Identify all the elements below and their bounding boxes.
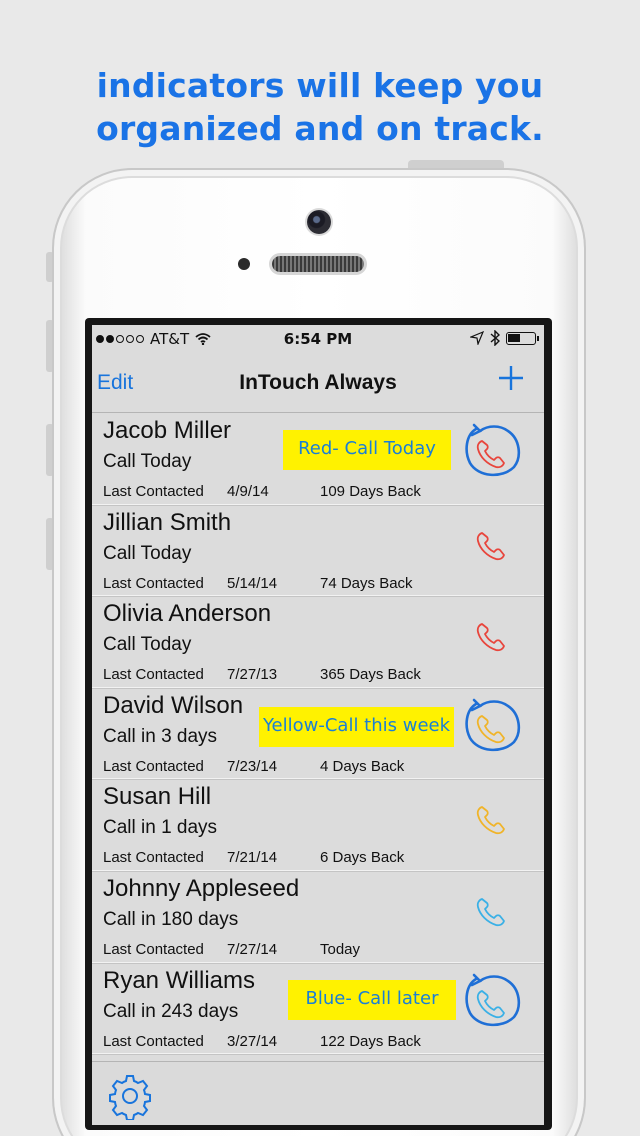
contact-name: David Wilson: [103, 691, 244, 719]
contact-row[interactable]: Jillian Smith Call Today Last Contacted 5/1…: [92, 505, 544, 597]
battery-icon: [506, 331, 539, 345]
last-contacted-date: 7/21/14: [227, 849, 278, 867]
contact-status: Call in 180 days: [103, 908, 239, 930]
headline-line-2: organized and on track.: [96, 109, 544, 148]
call-phone-icon[interactable]: [474, 895, 508, 929]
call-phone-icon[interactable]: [474, 803, 508, 837]
contact-status: Call Today: [103, 542, 192, 564]
contact-status: Call Today: [103, 634, 192, 656]
last-contacted-date: 4/9/14: [227, 483, 269, 500]
contact-status: Call in 1 days: [103, 817, 218, 839]
highlight-circle: [462, 696, 522, 756]
bluetooth-icon: [490, 330, 500, 346]
highlight-circle: [462, 421, 522, 481]
last-contacted-date: 7/23/14: [227, 757, 278, 775]
last-contacted-label: Last Contacted: [103, 940, 204, 958]
contact-name: Jillian Smith: [103, 508, 232, 536]
last-contacted-label: Last Contacted: [103, 574, 204, 592]
gear-icon[interactable]: [106, 1072, 154, 1120]
annotation-red: Red- Call Today: [283, 430, 451, 470]
annotation-blue: Blue- Call later: [288, 980, 456, 1020]
last-contacted-label: Last Contacted: [103, 666, 204, 684]
plus-icon[interactable]: [496, 363, 526, 393]
highlight-circle: [462, 971, 522, 1031]
days-back: 4 Days Back: [320, 757, 405, 775]
bottom-toolbar: [92, 1061, 544, 1125]
headline: indicators will keep you organized and o…: [0, 64, 640, 150]
last-contacted-label: Last Contacted: [103, 849, 204, 867]
contact-name: Susan Hill: [103, 783, 212, 811]
status-right: [470, 330, 539, 346]
days-back: 74 Days Back: [320, 574, 413, 592]
contact-row[interactable]: Johnny Appleseed Call in 180 days Last Con…: [92, 871, 544, 963]
contact-row[interactable]: Olivia Anderson Call Today Last Contacted 7…: [92, 596, 544, 688]
contact-name: Jacob Miller: [103, 417, 232, 444]
earpiece-speaker: [272, 256, 364, 272]
proximity-sensor: [238, 258, 250, 270]
headline-line-1: indicators will keep you: [96, 66, 544, 105]
last-contacted-date: 7/27/13: [227, 666, 278, 684]
app-screen: AT&T 6:54 PM Edit InTouch Always Jacob M…: [92, 325, 544, 1125]
days-back: 365 Days Back: [320, 666, 421, 684]
last-contacted-label: Last Contacted: [103, 757, 204, 775]
contact-status: Call in 3 days: [103, 725, 218, 747]
contact-name: Ryan Williams: [103, 966, 256, 994]
days-back: Today: [320, 940, 361, 958]
location-arrow-icon: [470, 331, 484, 345]
contact-name: Olivia Anderson: [103, 600, 272, 628]
nav-title: InTouch Always: [239, 371, 397, 394]
contact-name: Johnny Appleseed: [103, 874, 300, 902]
contact-status: Call in 243 days: [103, 1000, 239, 1022]
days-back: 6 Days Back: [320, 849, 405, 867]
call-phone-icon[interactable]: [474, 620, 508, 654]
last-contacted-date: 5/14/14: [227, 574, 278, 592]
last-contacted-date: 3/27/14: [227, 1032, 278, 1050]
front-camera: [307, 210, 331, 234]
days-back: 109 Days Back: [320, 483, 421, 500]
contact-status: Call Today: [103, 451, 192, 472]
last-contacted-date: 7/27/14: [227, 940, 278, 958]
contact-row[interactable]: Susan Hill Call in 1 days Last Contacted 7/…: [92, 779, 544, 871]
days-back: 122 Days Back: [320, 1032, 421, 1050]
last-contacted-label: Last Contacted: [103, 483, 204, 500]
nav-bar: Edit InTouch Always: [92, 353, 544, 413]
call-phone-icon[interactable]: [474, 529, 508, 563]
status-bar: AT&T 6:54 PM: [92, 325, 544, 353]
annotation-yellow: Yellow-Call this week: [259, 707, 454, 747]
last-contacted-label: Last Contacted: [103, 1032, 204, 1050]
